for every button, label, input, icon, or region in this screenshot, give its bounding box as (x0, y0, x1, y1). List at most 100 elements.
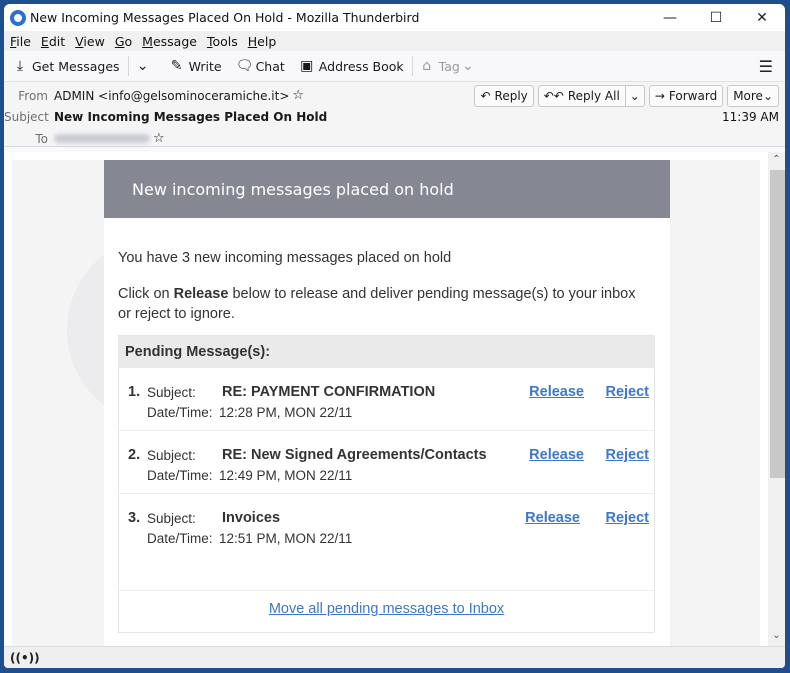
status-bar: ((•)) (4, 646, 785, 668)
address-book-label: Address Book (318, 58, 404, 74)
menu-edit[interactable]: Edit (41, 34, 65, 49)
star-icon[interactable]: ☆ (153, 131, 165, 146)
release-link[interactable]: Release (525, 510, 580, 526)
chevron-down-icon: ⌄ (629, 89, 640, 103)
menu-tools[interactable]: Tools (207, 34, 238, 49)
message-body-pane: New incoming messages placed on hold You… (4, 152, 785, 646)
menu-bar: File Edit View Go Message Tools Help (4, 31, 785, 51)
menu-label: iew (83, 33, 105, 49)
minimize-button[interactable]: — (647, 4, 693, 31)
to-value-redacted (54, 134, 150, 143)
message-time: 11:39 AM (722, 110, 779, 124)
menu-label: elp (257, 33, 277, 49)
datetime-label: Date/Time: (147, 405, 213, 420)
item-subject: RE: New Signed Agreements/Contacts (222, 447, 487, 463)
get-messages-label: Get Messages (32, 58, 120, 74)
vertical-scrollbar[interactable]: ⌃ ⌄ (768, 152, 785, 646)
scrollbar-thumb[interactable] (770, 170, 785, 478)
reply-all-split: ↶↶ Reply All ⌄ (537, 85, 645, 107)
toolbar-separator (127, 56, 129, 76)
release-link[interactable]: Release (529, 447, 584, 463)
menu-label: o (124, 33, 133, 49)
menu-accel: H (247, 33, 258, 49)
toolbar-separator (411, 56, 413, 76)
forward-icon: → (654, 89, 665, 103)
reply-label: Reply (494, 89, 528, 103)
star-icon[interactable]: ☆ (292, 88, 304, 103)
get-messages-button[interactable]: ⤓ Get Messages (12, 58, 120, 74)
datetime-label: Date/Time: (147, 468, 213, 483)
item-number: 3. (128, 510, 141, 526)
thunderbird-window: New Incoming Messages Placed On Hold - M… (4, 4, 785, 668)
reply-all-dropdown[interactable]: ⌄ (625, 85, 645, 107)
chat-button[interactable]: 🗨 Chat (236, 58, 285, 74)
reply-button[interactable]: ↶ Reply (474, 85, 534, 107)
chevron-down-icon: ⌄ (762, 89, 773, 103)
window-title: New Incoming Messages Placed On Hold - M… (30, 10, 420, 25)
subject-label: Subject: (147, 511, 196, 526)
thunderbird-logo-icon (10, 9, 26, 26)
instructions-bold: Release (173, 286, 229, 302)
address-book-button[interactable]: ▣ Address Book (299, 58, 404, 74)
close-button[interactable]: ✕ (739, 4, 785, 31)
message-body-background: New incoming messages placed on hold You… (12, 160, 760, 646)
chat-bubble-icon: 🗨 (235, 58, 254, 74)
scroll-up-icon[interactable]: ⌃ (768, 154, 785, 168)
menu-view[interactable]: View (75, 34, 105, 49)
from-row: From ADMIN <info@gelsominoceramiche.it> … (4, 88, 304, 103)
pending-message-item: 2. Subject: RE: New Signed Agreements/Co… (119, 431, 654, 494)
menu-label: dit (48, 33, 66, 49)
datetime-label: Date/Time: (147, 531, 213, 546)
app-menu-icon[interactable]: ☰ (759, 57, 773, 76)
menu-file[interactable]: File (10, 34, 31, 49)
menu-message[interactable]: Message (142, 34, 197, 49)
get-messages-dropdown[interactable]: ⌄ (135, 58, 155, 74)
to-row: To ☆ (4, 131, 165, 146)
chevron-down-icon: ⌄ (461, 58, 474, 74)
more-button[interactable]: More ⌄ (727, 85, 779, 107)
forward-button[interactable]: → Forward (648, 85, 724, 107)
from-value[interactable]: ADMIN <info@gelsominoceramiche.it> (54, 89, 289, 103)
title-bar: New Incoming Messages Placed On Hold - M… (4, 4, 785, 31)
scroll-down-icon[interactable]: ⌄ (768, 630, 785, 644)
reject-link[interactable]: Reject (605, 384, 649, 400)
pending-message-item: 1. Subject: RE: PAYMENT CONFIRMATION Dat… (119, 368, 654, 431)
maximize-button[interactable]: ☐ (693, 4, 739, 31)
pencil-icon: ✎ (170, 58, 183, 74)
item-datetime: 12:51 PM, MON 22/11 (219, 531, 353, 546)
reply-all-button[interactable]: ↶↶ Reply All (537, 85, 626, 107)
reject-link[interactable]: Reject (605, 447, 649, 463)
tag-label: Tag (438, 58, 460, 74)
reply-all-label: Reply All (567, 89, 620, 103)
tag-button[interactable]: ⌂ Tag ⌄ (419, 58, 480, 74)
online-status-icon[interactable]: ((•)) (10, 651, 40, 665)
subject-value: New Incoming Messages Placed On Hold (54, 110, 328, 124)
reply-icon: ↶ (480, 89, 491, 103)
menu-go[interactable]: Go (115, 34, 132, 49)
pending-messages-table: Pending Message(s): 1. Subject: RE: PAYM… (118, 335, 655, 633)
subject-label: Subject: (147, 448, 196, 463)
item-datetime: 12:28 PM, MON 22/11 (219, 405, 353, 420)
move-all-link[interactable]: Move all pending messages to Inbox (119, 591, 654, 627)
chat-label: Chat (255, 58, 285, 74)
menu-help[interactable]: Help (248, 34, 277, 49)
header-actions: ↶ Reply ↶↶ Reply All ⌄ → Forward More ⌄ (470, 85, 779, 107)
menu-label: essage (152, 33, 197, 49)
window-controls: — ☐ ✕ (647, 4, 785, 31)
menu-accel: M (142, 33, 153, 49)
to-label: To (35, 131, 48, 146)
release-link[interactable]: Release (529, 384, 584, 400)
menu-label: ools (212, 33, 238, 49)
address-book-icon: ▣ (300, 58, 314, 74)
intro-text: You have 3 new incoming messages placed … (118, 250, 452, 266)
write-button[interactable]: ✎ Write (169, 58, 222, 74)
tag-icon: ⌂ (422, 58, 432, 74)
menu-accel: G (114, 33, 125, 49)
email-banner: New incoming messages placed on hold (104, 160, 670, 218)
forward-label: Forward (668, 89, 718, 103)
menu-accel: E (40, 33, 49, 49)
reject-link[interactable]: Reject (605, 510, 649, 526)
reply-all-icon: ↶↶ (543, 89, 564, 103)
pending-header: Pending Message(s): (119, 336, 654, 368)
subject-label: Subject: (147, 385, 196, 400)
